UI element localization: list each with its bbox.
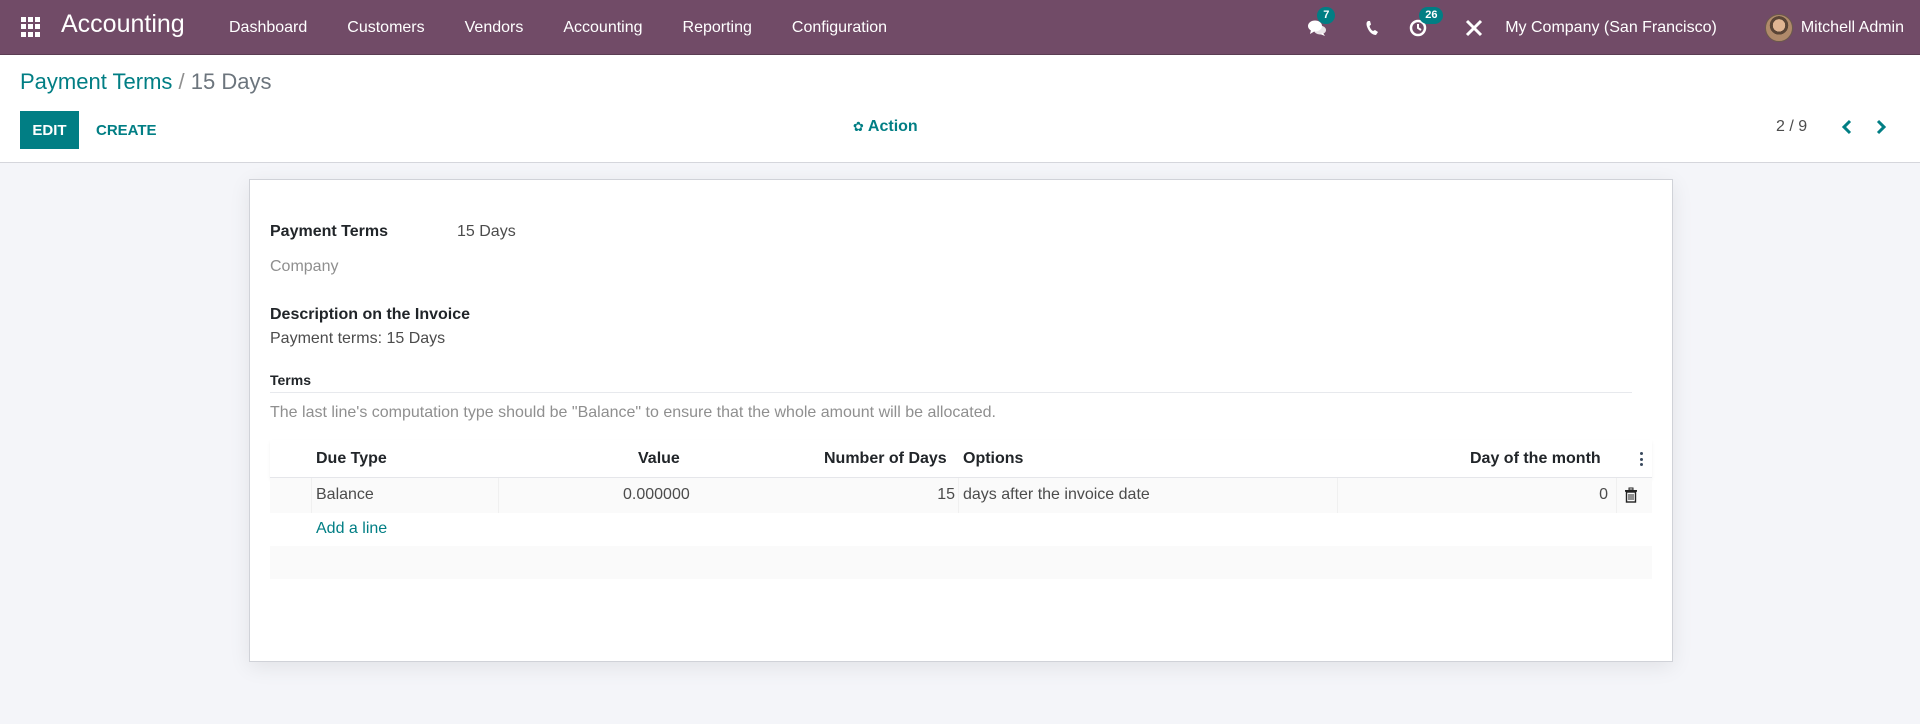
menu-dashboard[interactable]: Dashboard bbox=[229, 19, 307, 37]
activities-button[interactable]: 26 bbox=[1409, 6, 1444, 37]
description-value: Payment terms: 15 Days bbox=[270, 330, 446, 347]
main-menu: Dashboard Customers Vendors Accounting R… bbox=[229, 0, 927, 55]
breadcrumb: Payment Terms / 15 Days bbox=[20, 69, 271, 95]
description-label: Description on the Invoice bbox=[270, 306, 471, 323]
phone-button[interactable] bbox=[1365, 20, 1379, 36]
cell-divider bbox=[1616, 478, 1617, 513]
user-name: Mitchell Admin bbox=[1800, 18, 1904, 36]
pager-previous-button[interactable] bbox=[1835, 115, 1859, 139]
company-switcher[interactable]: My Company (San Francisco) bbox=[1505, 19, 1717, 37]
menu-customers[interactable]: Customers bbox=[347, 19, 424, 37]
section-divider bbox=[270, 392, 1632, 393]
add-line-row: Add a line bbox=[270, 513, 1652, 546]
cell-divider bbox=[311, 478, 312, 513]
user-menu[interactable]: Mitchell Admin bbox=[1764, 13, 1904, 42]
form-sheet: Payment Terms 15 Days Company Descriptio… bbox=[249, 179, 1673, 662]
messages-badge: 7 bbox=[1317, 6, 1336, 24]
cell-value: 0.000000 bbox=[623, 486, 690, 503]
header-value[interactable]: Value bbox=[638, 450, 680, 468]
phone-icon bbox=[1366, 20, 1379, 35]
company-label: Company bbox=[270, 258, 339, 275]
header-day-of-month[interactable]: Day of the month bbox=[1470, 450, 1601, 468]
header-options[interactable]: Options bbox=[963, 450, 1023, 468]
breadcrumb-payment-terms[interactable]: Payment Terms bbox=[20, 69, 172, 94]
cell-divider bbox=[958, 478, 959, 513]
table-row[interactable]: Balance 0.000000 15 days after the invoi… bbox=[270, 478, 1652, 513]
menu-configuration[interactable]: Configuration bbox=[792, 19, 887, 37]
empty-row bbox=[270, 546, 1652, 579]
payment-terms-value: 15 Days bbox=[457, 223, 516, 240]
activities-badge: 26 bbox=[1419, 6, 1444, 24]
payment-terms-field: Payment Terms 15 Days bbox=[270, 223, 516, 241]
app-grid-icon[interactable] bbox=[21, 17, 41, 37]
chevron-left-icon bbox=[1841, 119, 1852, 135]
top-navbar: Accounting Dashboard Customers Vendors A… bbox=[0, 0, 1920, 55]
tools-icon bbox=[1466, 19, 1483, 36]
cell-number-of-days: 15 bbox=[937, 486, 955, 503]
menu-reporting[interactable]: Reporting bbox=[683, 19, 752, 37]
terms-section-title: Terms bbox=[270, 372, 311, 388]
menu-vendors[interactable]: Vendors bbox=[465, 19, 524, 37]
breadcrumb-current: 15 Days bbox=[190, 69, 272, 94]
edit-button[interactable]: EDIT bbox=[20, 111, 79, 149]
table-header: Due Type Value Number of Days Options Da… bbox=[270, 440, 1652, 478]
pager-next-button[interactable] bbox=[1869, 115, 1893, 139]
cell-options: days after the invoice date bbox=[963, 486, 1150, 503]
create-button[interactable]: CREATE bbox=[92, 111, 161, 149]
header-due-type[interactable]: Due Type bbox=[316, 450, 387, 468]
gear-icon: ✿ bbox=[853, 119, 864, 134]
pager-value[interactable]: 2 / 9 bbox=[1776, 118, 1807, 136]
breadcrumb-separator: / bbox=[172, 69, 191, 94]
add-a-line-link[interactable]: Add a line bbox=[316, 520, 387, 538]
terms-help-text: The last line's computation type should … bbox=[270, 404, 996, 421]
messages-button[interactable]: 7 bbox=[1307, 6, 1336, 37]
menu-accounting[interactable]: Accounting bbox=[563, 19, 642, 37]
cell-due-type: Balance bbox=[316, 486, 374, 503]
terms-table: Due Type Value Number of Days Options Da… bbox=[270, 440, 1652, 579]
debug-tools-button[interactable] bbox=[1465, 19, 1483, 37]
action-dropdown[interactable]: ✿ Action bbox=[853, 118, 918, 136]
action-label: Action bbox=[867, 118, 918, 135]
optional-columns-icon[interactable] bbox=[1640, 452, 1644, 466]
payment-terms-label: Payment Terms bbox=[270, 223, 388, 240]
cell-divider bbox=[1337, 478, 1338, 513]
cell-day-of-month: 0 bbox=[1599, 486, 1608, 503]
app-name[interactable]: Accounting bbox=[61, 10, 185, 39]
cell-divider bbox=[498, 478, 499, 513]
control-panel: Payment Terms / 15 Days EDIT CREATE ✿ Ac… bbox=[0, 55, 1920, 163]
chevron-right-icon bbox=[1876, 119, 1887, 135]
systray: 7 26 My Company (San Francisco) Mitchell… bbox=[1307, 0, 1920, 55]
trash-icon[interactable] bbox=[1624, 487, 1638, 503]
header-number-of-days[interactable]: Number of Days bbox=[824, 450, 947, 468]
avatar bbox=[1764, 13, 1793, 42]
